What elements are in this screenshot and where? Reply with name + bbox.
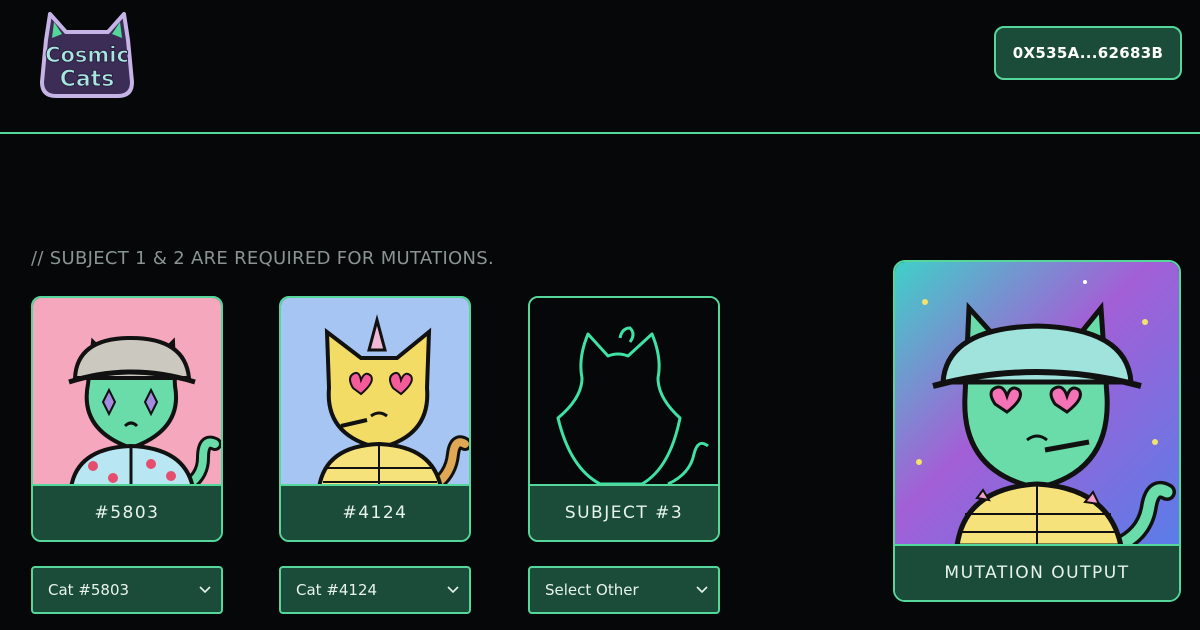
cosmic-cats-logo[interactable]: Cosmic Cats bbox=[28, 10, 146, 100]
subject-2-caption: #4124 bbox=[281, 484, 469, 540]
subject-card-2[interactable]: #4124 bbox=[279, 296, 471, 542]
subject-2-select[interactable]: Cat #4124 bbox=[279, 566, 471, 614]
cat-silhouette-placeholder bbox=[530, 298, 718, 488]
subject-2-select-value: Cat #4124 bbox=[296, 581, 378, 599]
subject-3-caption: SUBJECT #3 bbox=[530, 484, 718, 540]
subject-1-select-value: Cat #5803 bbox=[48, 581, 130, 599]
svg-text:Cats: Cats bbox=[60, 67, 115, 92]
cat-4124-image bbox=[281, 298, 469, 488]
subject-1-select[interactable]: Cat #5803 bbox=[31, 566, 223, 614]
mutated-cat-image bbox=[895, 262, 1179, 546]
mutation-output-caption: MUTATION OUTPUT bbox=[895, 544, 1179, 600]
wallet-button[interactable]: 0X535A...62683B bbox=[994, 26, 1182, 80]
mutation-output-card: MUTATION OUTPUT bbox=[893, 260, 1181, 602]
cat-5803-image bbox=[33, 298, 221, 488]
subject-1-caption: #5803 bbox=[33, 484, 221, 540]
chevron-down-icon bbox=[199, 586, 211, 594]
subject-card-3[interactable]: SUBJECT #3 bbox=[528, 296, 720, 542]
svg-text:Cosmic: Cosmic bbox=[45, 43, 129, 67]
chevron-down-icon bbox=[696, 586, 708, 594]
header: Cosmic Cats 0X535A...62683B bbox=[0, 0, 1200, 134]
chevron-down-icon bbox=[447, 586, 459, 594]
subject-3-select[interactable]: Select Other bbox=[528, 566, 720, 614]
subject-card-1[interactable]: #5803 bbox=[31, 296, 223, 542]
mutation-requirement-note: // SUBJECT 1 & 2 ARE REQUIRED FOR MUTATI… bbox=[31, 248, 495, 269]
subject-3-select-value: Select Other bbox=[545, 581, 639, 599]
